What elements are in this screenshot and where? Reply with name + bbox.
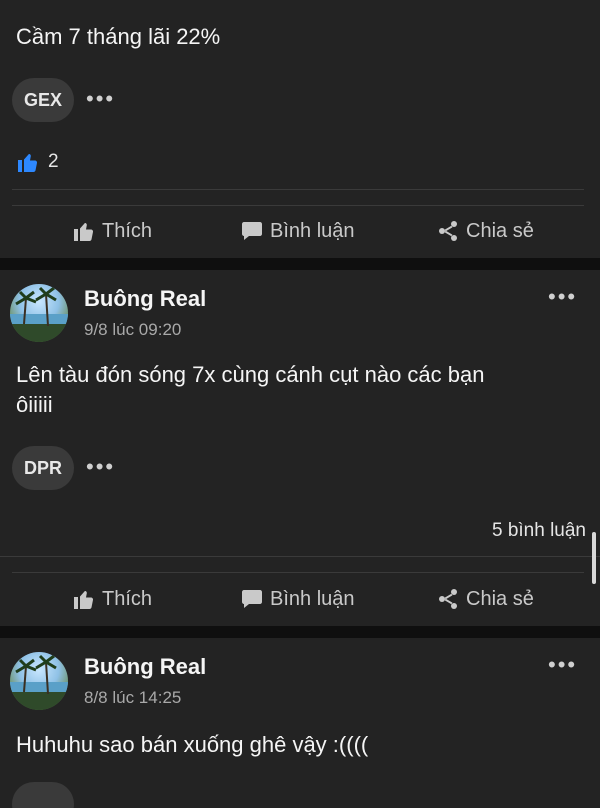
avatar[interactable] <box>10 652 68 710</box>
like-button[interactable]: Thích <box>72 587 152 611</box>
comment-label: Bình luận <box>270 587 355 610</box>
post-text-line: ôiiiii <box>16 392 53 417</box>
comment-bubble-icon <box>242 222 262 240</box>
comment-button[interactable]: Bình luận <box>240 587 355 611</box>
like-label: Thích <box>102 219 153 242</box>
like-count: 2 <box>48 151 59 172</box>
palm-trees-image <box>10 286 68 342</box>
post-card: Cầm 7 tháng lãi 22% GEX ••• 2 Thích Bình… <box>0 0 600 258</box>
palm-trees-image <box>10 654 68 710</box>
share-button[interactable]: Chia sẻ <box>436 219 534 243</box>
comment-button[interactable]: Bình luận <box>240 219 355 243</box>
divider <box>12 205 584 206</box>
share-icon <box>439 589 457 609</box>
like-button[interactable]: Thích <box>72 219 152 243</box>
avatar[interactable] <box>10 284 68 342</box>
more-dots-icon[interactable]: ••• <box>548 286 577 308</box>
divider <box>0 556 600 557</box>
author-name[interactable]: Buông Real <box>84 286 206 312</box>
divider <box>12 189 584 190</box>
author-name[interactable]: Buông Real <box>84 654 206 680</box>
scrollbar[interactable] <box>592 532 596 584</box>
thumbs-up-icon <box>74 591 94 609</box>
thumbs-up-icon <box>74 223 94 241</box>
comment-bubble-icon <box>242 590 262 608</box>
post-text-line: Lên tàu đón sóng 7x cùng cánh cụt nào cá… <box>16 362 485 387</box>
feed: Cầm 7 tháng lãi 22% GEX ••• 2 Thích Bình… <box>0 0 600 808</box>
post-text: Cầm 7 tháng lãi 22% <box>16 24 221 49</box>
post-time[interactable]: 8/8 lúc 14:25 <box>84 688 181 708</box>
comment-count[interactable]: 5 bình luận <box>492 520 586 542</box>
reaction-summary[interactable]: 2 <box>16 150 59 174</box>
stock-tag[interactable]: DPR <box>12 446 74 490</box>
stock-tag[interactable] <box>12 782 74 808</box>
share-label: Chia sẻ <box>466 219 534 242</box>
like-label: Thích <box>102 587 153 610</box>
more-dots-icon[interactable]: ••• <box>86 88 115 110</box>
more-dots-icon[interactable]: ••• <box>86 456 115 478</box>
more-dots-icon[interactable]: ••• <box>548 654 577 676</box>
stock-tag[interactable]: GEX <box>12 78 74 122</box>
comment-label: Bình luận <box>270 219 355 242</box>
like-reaction-icon <box>18 154 38 172</box>
share-icon <box>439 221 457 241</box>
share-button[interactable]: Chia sẻ <box>436 587 534 611</box>
post-text: Huhuhu sao bán xuống ghê vậy :(((( <box>16 732 369 757</box>
post-card: Buông Real 9/8 lúc 09:20 ••• Lên tàu đón… <box>0 270 600 626</box>
post-card: Buông Real 8/8 lúc 14:25 ••• Huhuhu sao … <box>0 638 600 808</box>
divider <box>12 572 584 573</box>
share-label: Chia sẻ <box>466 587 534 610</box>
post-time[interactable]: 9/8 lúc 09:20 <box>84 320 181 340</box>
